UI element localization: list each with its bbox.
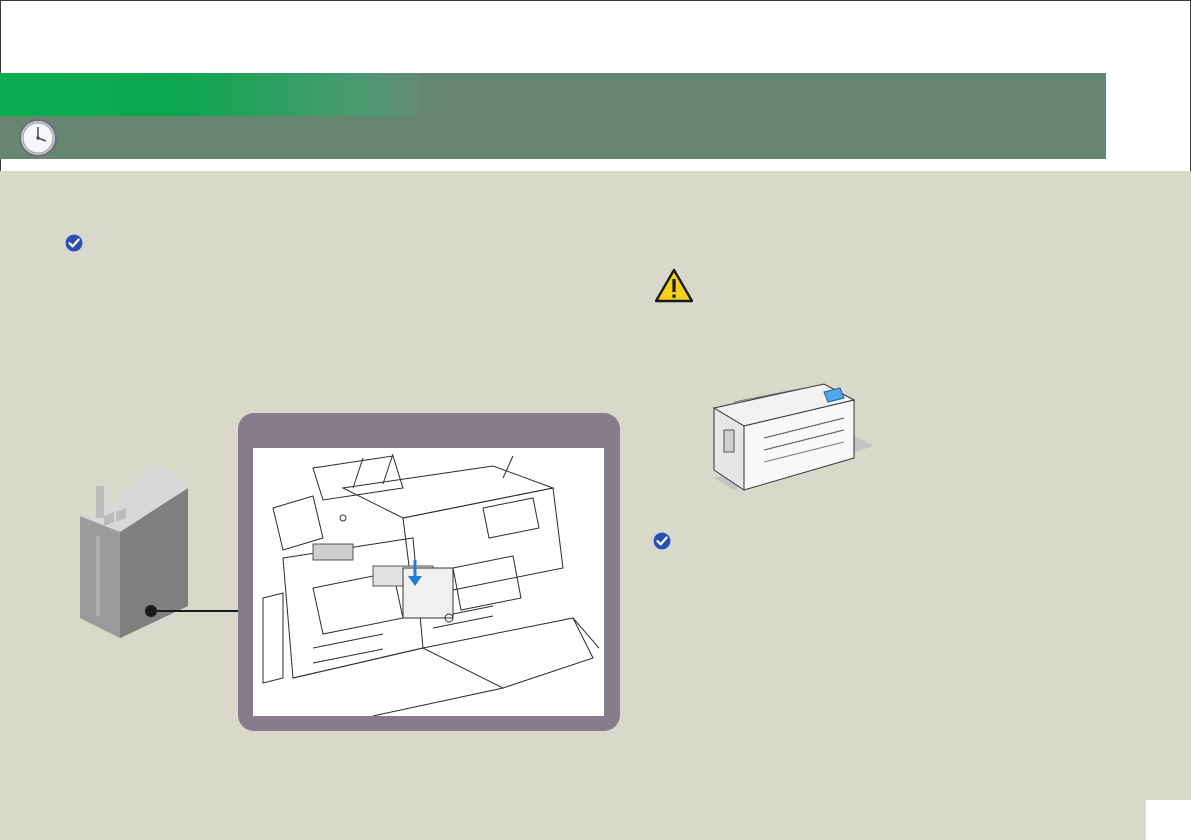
check-badge-icon (652, 531, 672, 551)
machine-line-drawing (262, 453, 600, 716)
header-title-tab (0, 73, 420, 116)
detail-callout (238, 413, 620, 731)
device-block-illustration (80, 466, 188, 638)
clock-icon (19, 119, 57, 157)
detail-illustration (253, 448, 604, 716)
unit-illustration (712, 383, 874, 491)
warning-icon (654, 268, 694, 303)
connector-line (150, 610, 240, 612)
connector-dot (145, 605, 157, 617)
header-band (0, 73, 1106, 159)
page-number-box (1146, 800, 1191, 840)
check-badge-icon (64, 233, 84, 253)
